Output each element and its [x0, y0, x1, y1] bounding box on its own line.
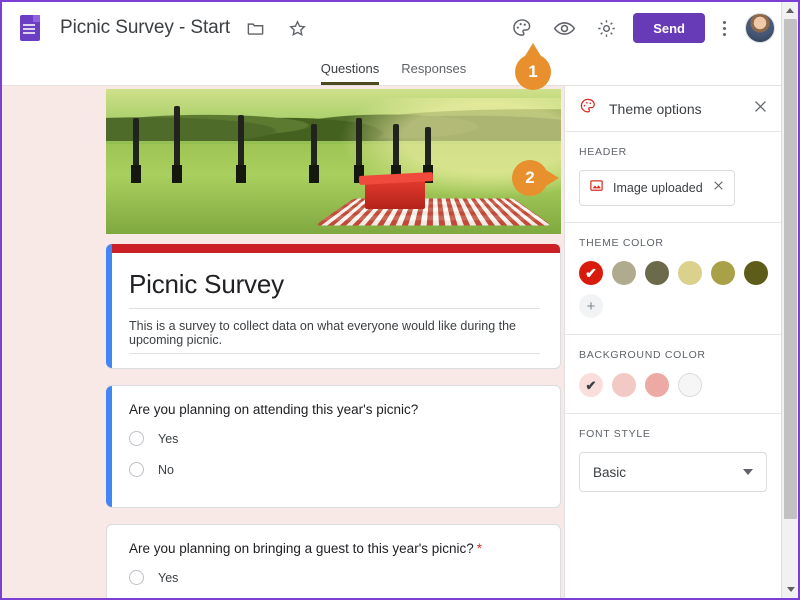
required-asterisk: *	[476, 541, 483, 556]
option-row[interactable]: No	[129, 462, 540, 477]
option-row[interactable]: Yes	[129, 570, 540, 585]
callout-marker-2: 2	[512, 160, 548, 196]
document-title[interactable]: Picnic Survey - Start	[60, 17, 230, 39]
theme-color-swatches: ✔	[579, 261, 768, 285]
kebab-more-icon[interactable]	[711, 13, 737, 43]
folder-icon[interactable]	[238, 11, 272, 45]
callout-number: 1	[528, 62, 538, 81]
question-card-1[interactable]: Are you planning on attending this year'…	[106, 385, 561, 508]
font-style-select[interactable]: Basic	[579, 452, 767, 492]
app-toolbar: Picnic Survey - Start Send	[2, 2, 785, 54]
question-card-2[interactable]: Are you planning on bringing a guest to …	[106, 524, 561, 598]
browser-window: Picnic Survey - Start Send Questions Res…	[0, 0, 800, 600]
question-title[interactable]: Are you planning on bringing a guest to …	[129, 541, 540, 556]
background-swatch[interactable]	[612, 373, 636, 397]
option-label: Yes	[158, 570, 179, 585]
question-title[interactable]: Are you planning on attending this year'…	[129, 402, 540, 417]
scrollbar-thumb[interactable]	[784, 19, 797, 519]
vertical-scrollbar[interactable]	[781, 2, 798, 598]
theme-color-section: THEME COLOR ✔ +	[565, 223, 781, 335]
font-style-label: FONT STYLE	[579, 428, 651, 440]
background-swatch[interactable]	[645, 373, 669, 397]
palette-icon	[579, 97, 597, 120]
header-section-label: HEADER	[579, 146, 627, 158]
google-forms-icon	[20, 15, 42, 41]
option-label: Yes	[158, 431, 179, 446]
check-icon: ✔	[585, 265, 597, 281]
header-section: HEADER Image uploaded	[565, 132, 781, 223]
background-swatch[interactable]	[678, 373, 702, 397]
scroll-down-arrow-icon[interactable]	[782, 581, 798, 598]
tab-questions[interactable]: Questions	[320, 61, 380, 85]
theme-swatch[interactable]	[711, 261, 735, 285]
star-icon[interactable]	[280, 11, 314, 45]
tab-bar: Questions Responses	[2, 54, 785, 86]
radio-icon[interactable]	[129, 431, 144, 446]
font-style-section: FONT STYLE Basic	[565, 414, 781, 508]
option-row[interactable]: Yes	[129, 431, 540, 446]
eye-preview-icon[interactable]	[547, 11, 581, 45]
background-color-label: BACKGROUND COLOR	[579, 349, 706, 361]
theme-options-panel: Theme options HEADER Image uploaded THEM…	[564, 86, 781, 598]
image-icon	[589, 178, 604, 198]
background-swatch[interactable]: ✔	[579, 373, 603, 397]
theme-swatch[interactable]	[645, 261, 669, 285]
add-custom-color-button[interactable]: +	[579, 294, 603, 318]
form-title-card[interactable]: Picnic Survey This is a survey to collec…	[106, 244, 561, 369]
option-label: No	[158, 462, 174, 477]
callout-number: 2	[525, 168, 535, 187]
image-uploaded-chip[interactable]: Image uploaded	[579, 170, 735, 206]
question-title-text: Are you planning on bringing a guest to …	[129, 541, 474, 556]
background-color-swatches: ✔	[579, 373, 767, 397]
close-icon[interactable]	[752, 98, 769, 120]
theme-color-label: THEME COLOR	[579, 237, 664, 249]
callout-marker-1: 1	[515, 54, 551, 90]
form-editor-area: Picnic Survey This is a survey to collec…	[2, 86, 568, 598]
check-icon: ✔	[585, 377, 597, 393]
radio-icon[interactable]	[129, 462, 144, 477]
theme-swatch[interactable]	[744, 261, 768, 285]
tab-responses[interactable]: Responses	[401, 61, 466, 85]
gear-settings-icon[interactable]	[589, 11, 623, 45]
theme-swatch[interactable]	[678, 261, 702, 285]
chip-label: Image uploaded	[613, 181, 703, 195]
form-description[interactable]: This is a survey to collect data on what…	[129, 309, 540, 354]
send-button[interactable]: Send	[633, 13, 705, 43]
radio-icon[interactable]	[129, 570, 144, 585]
panel-header: Theme options	[565, 86, 781, 132]
palette-icon[interactable]	[505, 11, 539, 45]
form-header-image[interactable]	[106, 89, 561, 234]
chevron-down-icon	[743, 469, 753, 475]
chip-remove-close-icon[interactable]	[712, 179, 725, 197]
theme-swatch[interactable]: ✔	[579, 261, 603, 285]
panel-title: Theme options	[609, 100, 702, 117]
form-title[interactable]: Picnic Survey	[129, 269, 540, 309]
theme-swatch[interactable]	[612, 261, 636, 285]
background-color-section: BACKGROUND COLOR ✔	[565, 335, 781, 414]
font-style-value: Basic	[593, 464, 627, 480]
user-avatar[interactable]	[745, 13, 775, 43]
scroll-up-arrow-icon[interactable]	[782, 2, 798, 19]
theme-accent-bar	[107, 244, 560, 253]
